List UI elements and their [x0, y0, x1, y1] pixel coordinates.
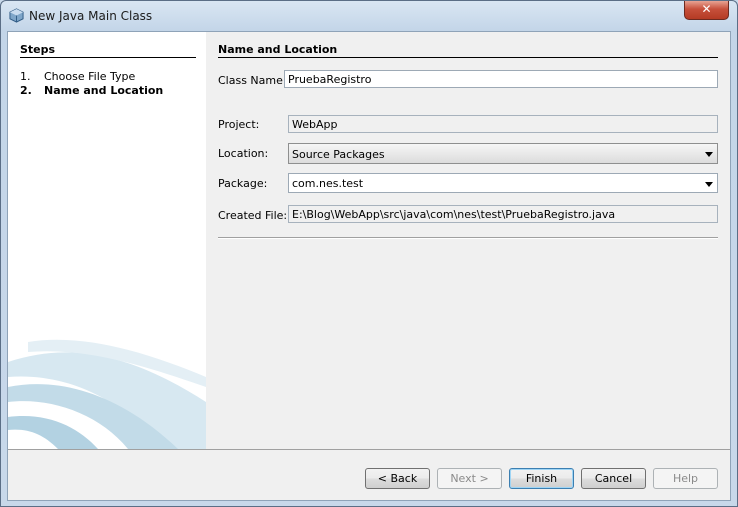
- button-bar-separator: [8, 449, 730, 450]
- project-label: Project:: [218, 118, 260, 131]
- location-value: Source Packages: [292, 148, 385, 161]
- created-file-field: E:\Blog\WebApp\src\java\com\nes\test\Pru…: [288, 205, 718, 223]
- close-icon: ✕: [701, 2, 712, 16]
- step-name-and-location: 2. Name and Location: [20, 84, 163, 97]
- window-title: New Java Main Class: [29, 9, 153, 23]
- project-field: WebApp: [288, 115, 718, 133]
- step-label: Name and Location: [44, 84, 164, 97]
- steps-divider: [20, 57, 196, 58]
- chevron-down-icon: [705, 152, 713, 157]
- panel-title: Name and Location: [218, 43, 338, 56]
- class-name-label: Class Name:: [218, 74, 287, 87]
- step-choose-file-type: 1. Choose File Type: [20, 70, 135, 83]
- decorative-swoosh: [8, 339, 206, 449]
- step-number: 1.: [20, 70, 31, 83]
- dialog-window: New Java Main Class ✕ Steps 1. Choose Fil…: [0, 0, 738, 507]
- step-label: Choose File Type: [44, 70, 136, 83]
- steps-panel: Steps 1. Choose File Type 2. Name and Loca…: [8, 32, 206, 449]
- back-button[interactable]: < Back: [365, 468, 430, 489]
- help-button[interactable]: Help: [653, 468, 718, 489]
- steps-title: Steps: [20, 43, 56, 56]
- name-location-panel: Name and Location Class Name: PruebaRegi…: [206, 32, 730, 449]
- package-combo[interactable]: com.nes.test: [288, 173, 718, 193]
- next-button[interactable]: Next >: [437, 468, 502, 489]
- created-file-label: Created File:: [218, 209, 288, 222]
- title-bar[interactable]: New Java Main Class ✕: [1, 1, 737, 31]
- package-label: Package:: [218, 177, 268, 190]
- finish-button[interactable]: Finish: [509, 468, 574, 489]
- java-cube-icon: [9, 8, 24, 23]
- panel-bottom-separator: [218, 237, 718, 239]
- location-select[interactable]: Source Packages: [288, 143, 718, 164]
- package-value: com.nes.test: [292, 177, 364, 190]
- cancel-button[interactable]: Cancel: [581, 468, 646, 489]
- class-name-input[interactable]: PruebaRegistro: [284, 70, 718, 88]
- step-number: 2.: [20, 84, 32, 97]
- panel-divider: [218, 57, 718, 58]
- chevron-down-icon[interactable]: [705, 182, 713, 187]
- close-button[interactable]: ✕: [684, 1, 729, 20]
- dialog-body: Steps 1. Choose File Type 2. Name and Loca…: [7, 31, 731, 501]
- location-label: Location:: [218, 147, 269, 160]
